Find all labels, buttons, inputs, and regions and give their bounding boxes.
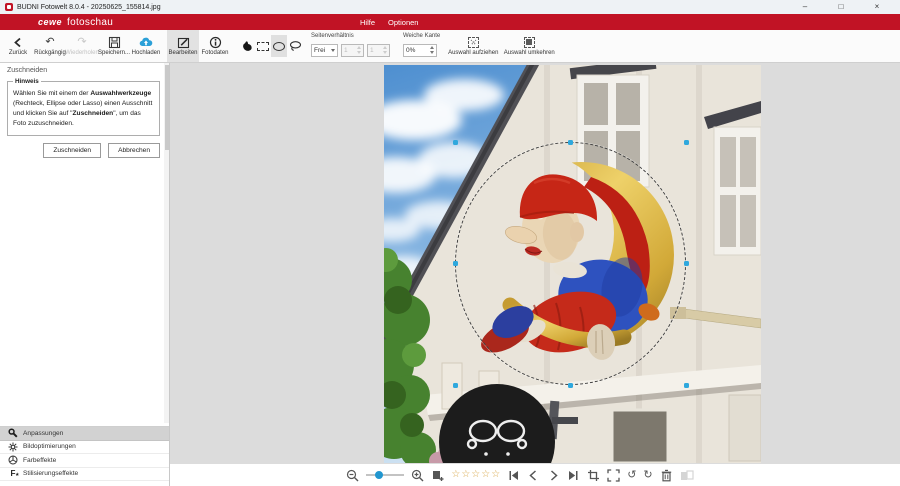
scrollbar-thumb[interactable]	[164, 65, 169, 150]
ratio-height-stepper: 1	[367, 43, 390, 57]
zoom-in-icon[interactable]	[411, 468, 424, 482]
app-icon	[5, 3, 13, 11]
crop-side-panel: Zuschneiden Hinweis Wählen Sie mit einem…	[0, 63, 170, 486]
info-circle-icon	[209, 36, 222, 49]
upload-button[interactable]: Hochladen	[130, 30, 162, 62]
rating-stars[interactable]: ☆ ☆ ☆ ☆ ☆	[451, 469, 500, 481]
selection-handle-bottom-right[interactable]	[683, 382, 689, 388]
zoom-slider[interactable]	[366, 471, 405, 479]
star-icon[interactable]: ☆	[471, 469, 480, 481]
category-farbeffekte[interactable]: Farbeffekte	[0, 454, 169, 468]
category-anpassungen[interactable]: Anpassungen	[0, 427, 169, 441]
color-effects-icon	[8, 455, 18, 465]
category-bildoptimierungen[interactable]: Bildoptimierungen	[0, 441, 169, 454]
selection-handle-mid-right[interactable]	[683, 261, 689, 266]
edit-pencil-icon	[177, 36, 190, 49]
rotate-left-icon[interactable]: ↺	[627, 468, 636, 482]
window-controls: – □ ×	[787, 0, 895, 14]
close-button[interactable]: ×	[859, 0, 895, 14]
image-optimize-icon	[8, 442, 18, 452]
brand-logo: cewe fotoschau	[38, 17, 113, 28]
lasso-select-tool[interactable]	[287, 35, 303, 57]
cewe-logo: cewe	[38, 16, 63, 27]
selection-handle-bottom-center[interactable]	[568, 382, 573, 388]
lasso-icon	[289, 41, 301, 51]
fullscreen-icon[interactable]	[607, 468, 620, 482]
panel-scrollbar[interactable]	[164, 63, 169, 423]
star-icon[interactable]: ☆	[461, 469, 470, 481]
aspect-ratio-group: Seitenverhältnis Frei 1 1	[303, 30, 395, 62]
minimize-button[interactable]: –	[787, 0, 823, 14]
hand-icon	[243, 41, 252, 51]
edit-button[interactable]: Bearbeiten	[167, 30, 199, 62]
ratio-width-stepper: 1	[341, 43, 364, 57]
style-effects-icon: F ★	[10, 468, 20, 478]
hint-legend: Hinweis	[15, 78, 39, 85]
panel-title: Zuschneiden	[7, 67, 48, 74]
chevron-down-icon	[331, 48, 335, 52]
photo-info-button[interactable]: Fotodaten	[199, 30, 231, 62]
feather-label: Weiche Kante	[403, 33, 441, 39]
save-button[interactable]: Speichern...	[98, 30, 130, 62]
zoom-out-icon[interactable]	[346, 468, 359, 482]
add-photo-icon[interactable]	[431, 468, 444, 482]
feather-group: Weiche Kante 0%	[395, 30, 445, 62]
selection-expand-icon	[467, 36, 479, 48]
expand-selection-button[interactable]: Auswahl aufziehen	[445, 30, 501, 62]
invert-selection-button[interactable]: Auswahl umkehren	[501, 30, 557, 62]
upload-cloud-icon	[139, 36, 153, 49]
redo-arrow-icon: ↷	[77, 36, 87, 48]
selection-handle-bottom-left[interactable]	[452, 382, 458, 388]
star-icon[interactable]: ☆	[481, 469, 490, 481]
selection-ellipse[interactable]	[455, 142, 686, 385]
hint-box: Hinweis Wählen Sie mit einem der Auswahl…	[7, 77, 160, 136]
app-name: fotoschau	[67, 16, 114, 28]
compare-icon	[680, 468, 694, 482]
back-chevron-icon	[12, 36, 25, 49]
back-button[interactable]: Zurück	[2, 30, 34, 62]
delete-icon[interactable]	[660, 468, 673, 482]
viewer-toolbar: ☆ ☆ ☆ ☆ ☆ ↺ ↻	[170, 464, 900, 486]
rectangle-select-tool[interactable]	[255, 35, 271, 57]
rectangle-marquee-icon	[257, 41, 269, 51]
selection-handle-mid-left[interactable]	[452, 261, 458, 266]
photo-image[interactable]	[384, 65, 761, 463]
category-stilisierungseffekte[interactable]: F ★ Stilisierungseffekte	[0, 468, 169, 481]
feather-stepper[interactable]: 0%	[403, 43, 437, 57]
undo-arrow-icon: ↶	[45, 36, 55, 48]
save-floppy-icon	[108, 36, 121, 49]
zoom-slider-knob[interactable]	[375, 471, 384, 479]
effects-accordion: Anpassungen Bildoptimierungen Farbeffekt…	[0, 426, 169, 481]
adjustments-icon	[8, 428, 18, 438]
ellipse-select-tool[interactable]	[271, 35, 287, 57]
next-photo-icon[interactable]	[547, 468, 560, 482]
menu-item-hilfe[interactable]: Hilfe	[360, 18, 375, 27]
star-icon[interactable]: ☆	[491, 469, 500, 481]
last-photo-icon[interactable]	[567, 468, 580, 482]
aspect-ratio-select[interactable]: Frei	[311, 43, 338, 57]
selection-handle-top-right[interactable]	[683, 139, 689, 145]
aspect-ratio-label: Seitenverhältnis	[311, 33, 354, 39]
selection-invert-icon	[523, 36, 535, 48]
menu-bar: cewe fotoschau Hilfe Optionen	[0, 14, 900, 30]
crop-icon[interactable]	[587, 468, 600, 482]
redo-button: ↷ Wiederholen	[65, 36, 99, 57]
selection-handle-top-left[interactable]	[452, 139, 458, 145]
cancel-button[interactable]: Abbrechen	[108, 142, 160, 158]
rotate-right-icon[interactable]: ↻	[643, 468, 652, 482]
crop-confirm-button[interactable]: Zuschneiden	[43, 142, 102, 158]
selection-handle-top-center[interactable]	[568, 139, 573, 145]
menu-item-optionen[interactable]: Optionen	[388, 18, 418, 27]
main-toolbar: Zurück ↶ Rückgängig ↷ Wiederholen Speich…	[0, 30, 900, 63]
photo-canvas: ☆ ☆ ☆ ☆ ☆ ↺ ↻	[170, 63, 900, 486]
title-bar: BUDNI Fotowelt 8.0.4 - 20250625_155814.j…	[0, 0, 900, 14]
first-photo-icon[interactable]	[507, 468, 520, 482]
maximize-button[interactable]: □	[823, 0, 859, 14]
ellipse-marquee-icon	[273, 41, 285, 51]
star-icon[interactable]: ☆	[451, 469, 460, 481]
hand-tool[interactable]	[239, 35, 255, 57]
undo-button[interactable]: ↶ Rückgängig	[34, 30, 66, 62]
window-title: BUDNI Fotowelt 8.0.4 - 20250625_155814.j…	[17, 3, 161, 11]
previous-photo-icon[interactable]	[527, 468, 540, 482]
